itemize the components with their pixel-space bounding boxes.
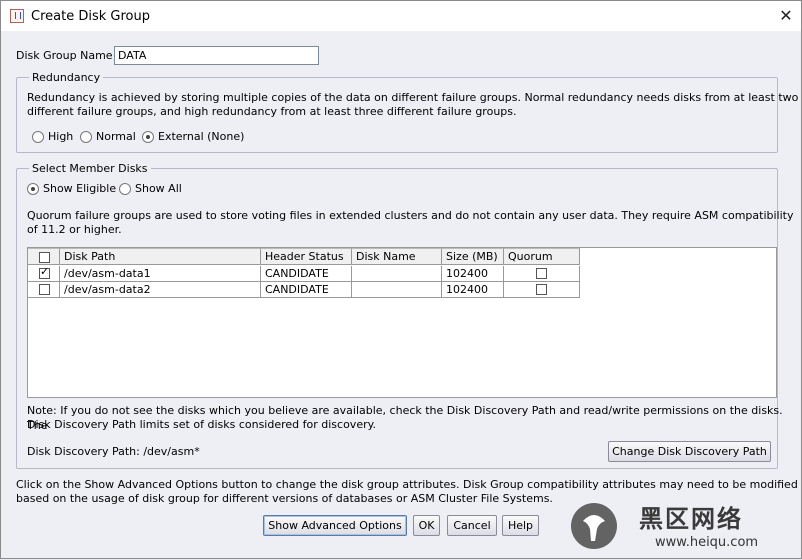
table-row[interactable] <box>28 282 60 298</box>
cell-size: 102400 <box>442 266 504 282</box>
cell-disk-name[interactable] <box>352 282 442 298</box>
watermark-url: www.heiqu.com <box>655 535 759 550</box>
radio-high-label: High <box>48 130 74 143</box>
watermark-logo: 黑区网络 www.heiqu.com <box>569 495 801 557</box>
radio-external[interactable] <box>142 131 154 143</box>
change-discovery-path-button[interactable]: Change Disk Discovery Path <box>608 441 771 462</box>
quorum-checkbox[interactable] <box>536 284 547 295</box>
cell-header-status: CANDIDATE <box>261 266 352 282</box>
quorum-note-2: of 11.2 or higher. <box>27 223 122 236</box>
watermark-text: 黑区网络 <box>639 505 743 533</box>
advanced-note-1: Click on the Show Advanced Options butto… <box>16 478 798 491</box>
java-app-icon <box>10 9 24 23</box>
radio-show-all-label: Show All <box>135 182 182 195</box>
disk-group-name-input[interactable]: DATA <box>114 46 319 65</box>
radio-normal[interactable] <box>80 131 92 143</box>
quorum-note-1: Quorum failure groups are used to store … <box>27 209 794 222</box>
table-header-select[interactable] <box>28 248 60 265</box>
cancel-button[interactable]: Cancel <box>447 515 497 536</box>
radio-normal-label: Normal <box>96 130 136 143</box>
radio-show-eligible-label: Show Eligible <box>43 182 117 195</box>
member-disks-group-title: Select Member Disks <box>29 162 151 175</box>
select-all-checkbox[interactable] <box>39 252 50 263</box>
disk-group-name-label: Disk Group Name <box>16 49 113 62</box>
table-row[interactable] <box>28 266 60 282</box>
discovery-path-label: Disk Discovery Path: /dev/asm* <box>27 445 200 458</box>
row-select-checkbox[interactable] <box>39 284 50 295</box>
ok-button[interactable]: OK <box>413 515 440 536</box>
redundancy-group-title: Redundancy <box>29 71 104 84</box>
cell-header-status: CANDIDATE <box>261 282 352 298</box>
radio-show-all[interactable] <box>119 183 131 195</box>
show-advanced-options-button[interactable]: Show Advanced Options <box>263 515 407 536</box>
radio-show-eligible[interactable] <box>27 183 39 195</box>
cell-disk-path: /dev/asm-data1 <box>60 266 261 282</box>
redundancy-description-1: Redundancy is achieved by storing multip… <box>27 91 799 104</box>
window-title: Create Disk Group <box>31 9 150 24</box>
table-header-disk-path[interactable]: Disk Path <box>60 248 261 265</box>
cell-disk-path: /dev/asm-data2 <box>60 282 261 298</box>
radio-high[interactable] <box>32 131 44 143</box>
quorum-checkbox[interactable] <box>536 268 547 279</box>
table-header-size[interactable]: Size (MB) <box>442 248 504 265</box>
cell-disk-name[interactable] <box>352 266 442 282</box>
discovery-note-2: Disk Discovery Path limits set of disks … <box>27 418 377 431</box>
row-select-checkbox[interactable] <box>39 266 50 279</box>
radio-external-label: External (None) <box>158 130 245 143</box>
table-header-header-status[interactable]: Header Status <box>261 248 352 265</box>
cell-size: 102400 <box>442 282 504 298</box>
create-disk-group-dialog: Create Disk Group ✕ Disk Group Name DATA… <box>0 0 802 559</box>
close-icon[interactable]: ✕ <box>777 7 795 25</box>
redundancy-description-2: different failure groups, and high redun… <box>27 105 517 118</box>
table-header-disk-name[interactable]: Disk Name <box>352 248 442 265</box>
table-header-quorum[interactable]: Quorum <box>504 248 580 265</box>
advanced-note-2: based on the usage of disk group for dif… <box>16 492 553 505</box>
disk-table: Disk Path Header Status Disk Name Size (… <box>27 247 777 398</box>
cell-quorum <box>504 266 580 282</box>
help-button[interactable]: Help <box>502 515 539 536</box>
cell-quorum <box>504 282 580 298</box>
title-bar: Create Disk Group ✕ <box>1 1 801 31</box>
